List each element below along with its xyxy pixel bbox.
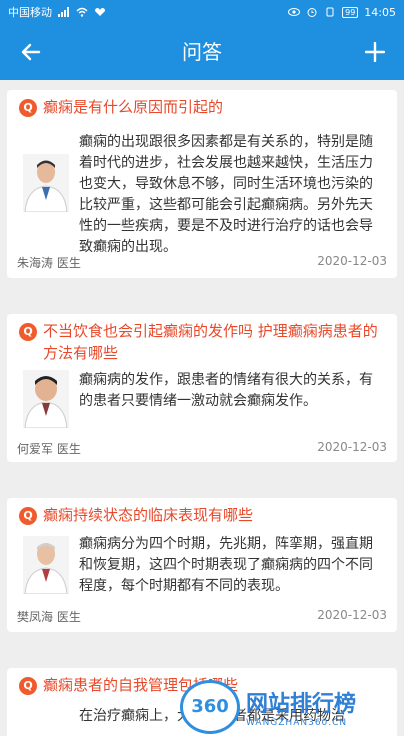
doctor-name: 樊凤海 医生 bbox=[17, 610, 81, 624]
app-header: 问答 bbox=[0, 24, 404, 80]
question-title[interactable]: 癫痫持续状态的临床表现有哪些 bbox=[43, 504, 253, 526]
question-badge-icon: Q bbox=[19, 507, 37, 525]
doctor-name: 何爱军 医生 bbox=[17, 442, 81, 456]
eye-icon bbox=[288, 8, 301, 16]
clock: 14:05 bbox=[364, 5, 396, 19]
battery-level: 99 bbox=[342, 6, 359, 18]
doctor-name: 朱海涛 医生 bbox=[17, 256, 81, 270]
answer-date: 2020-12-03 bbox=[317, 254, 387, 268]
answer-text: 癫痫的出现跟很多因素都是有关系的，特别是随着时代的进步，社会发展也越来越快，生活… bbox=[79, 134, 373, 255]
carrier-label: 中国移动 bbox=[8, 6, 52, 19]
qa-card[interactable]: Q 不当饮食也会引起癫痫的发作吗 护理癫痫病患者的方法有哪些 癫痫病的发作，跟患… bbox=[7, 314, 397, 462]
watermark-url: WANGZHAN360.CN bbox=[246, 718, 348, 728]
signal-icon bbox=[58, 7, 69, 17]
qa-card[interactable]: Q 癫痫是有什么原因而引起的 癫痫的出现跟很多因素都是有关系的，特别是随着时代的… bbox=[7, 90, 397, 278]
mute-icon bbox=[326, 7, 334, 17]
answer-text: 癫痫病分为四个时期，先兆期，阵挛期，强直期和恢复期，这四个时期表现了癫痫病的四个… bbox=[79, 536, 373, 594]
watermark-title: 网站排行榜 bbox=[246, 692, 357, 717]
wifi-icon bbox=[76, 7, 88, 17]
answer-date: 2020-12-03 bbox=[317, 440, 387, 454]
plus-icon bbox=[365, 42, 385, 62]
watermark: 360 网站排行榜 WANGZHAN360.CN bbox=[180, 678, 404, 736]
doctor-avatar bbox=[23, 154, 69, 212]
add-button[interactable] bbox=[358, 36, 392, 68]
answer-date: 2020-12-03 bbox=[317, 608, 387, 622]
question-title[interactable]: 癫痫是有什么原因而引起的 bbox=[43, 96, 223, 118]
qa-card[interactable]: Q 癫痫持续状态的临床表现有哪些 癫痫病分为四个时期，先兆期，阵挛期，强直期和恢… bbox=[7, 498, 397, 632]
status-bar: 中国移动 99 14:05 bbox=[0, 0, 404, 24]
page-title: 问答 bbox=[182, 40, 222, 64]
question-title[interactable]: 不当饮食也会引起癫痫的发作吗 护理癫痫病患者的方法有哪些 bbox=[43, 320, 387, 364]
question-badge-icon: Q bbox=[19, 323, 37, 341]
question-badge-icon: Q bbox=[19, 677, 37, 695]
question-badge-icon: Q bbox=[19, 99, 37, 117]
doctor-avatar bbox=[23, 536, 69, 594]
heart-icon bbox=[95, 8, 105, 16]
alarm-icon bbox=[307, 8, 317, 17]
answer-text: 癫痫病的发作，跟患者的情绪有很大的关系，有的患者只要情绪一激动就会癫痫发作。 bbox=[79, 372, 373, 409]
watermark-logo: 360 bbox=[180, 680, 240, 734]
doctor-avatar bbox=[23, 370, 69, 428]
